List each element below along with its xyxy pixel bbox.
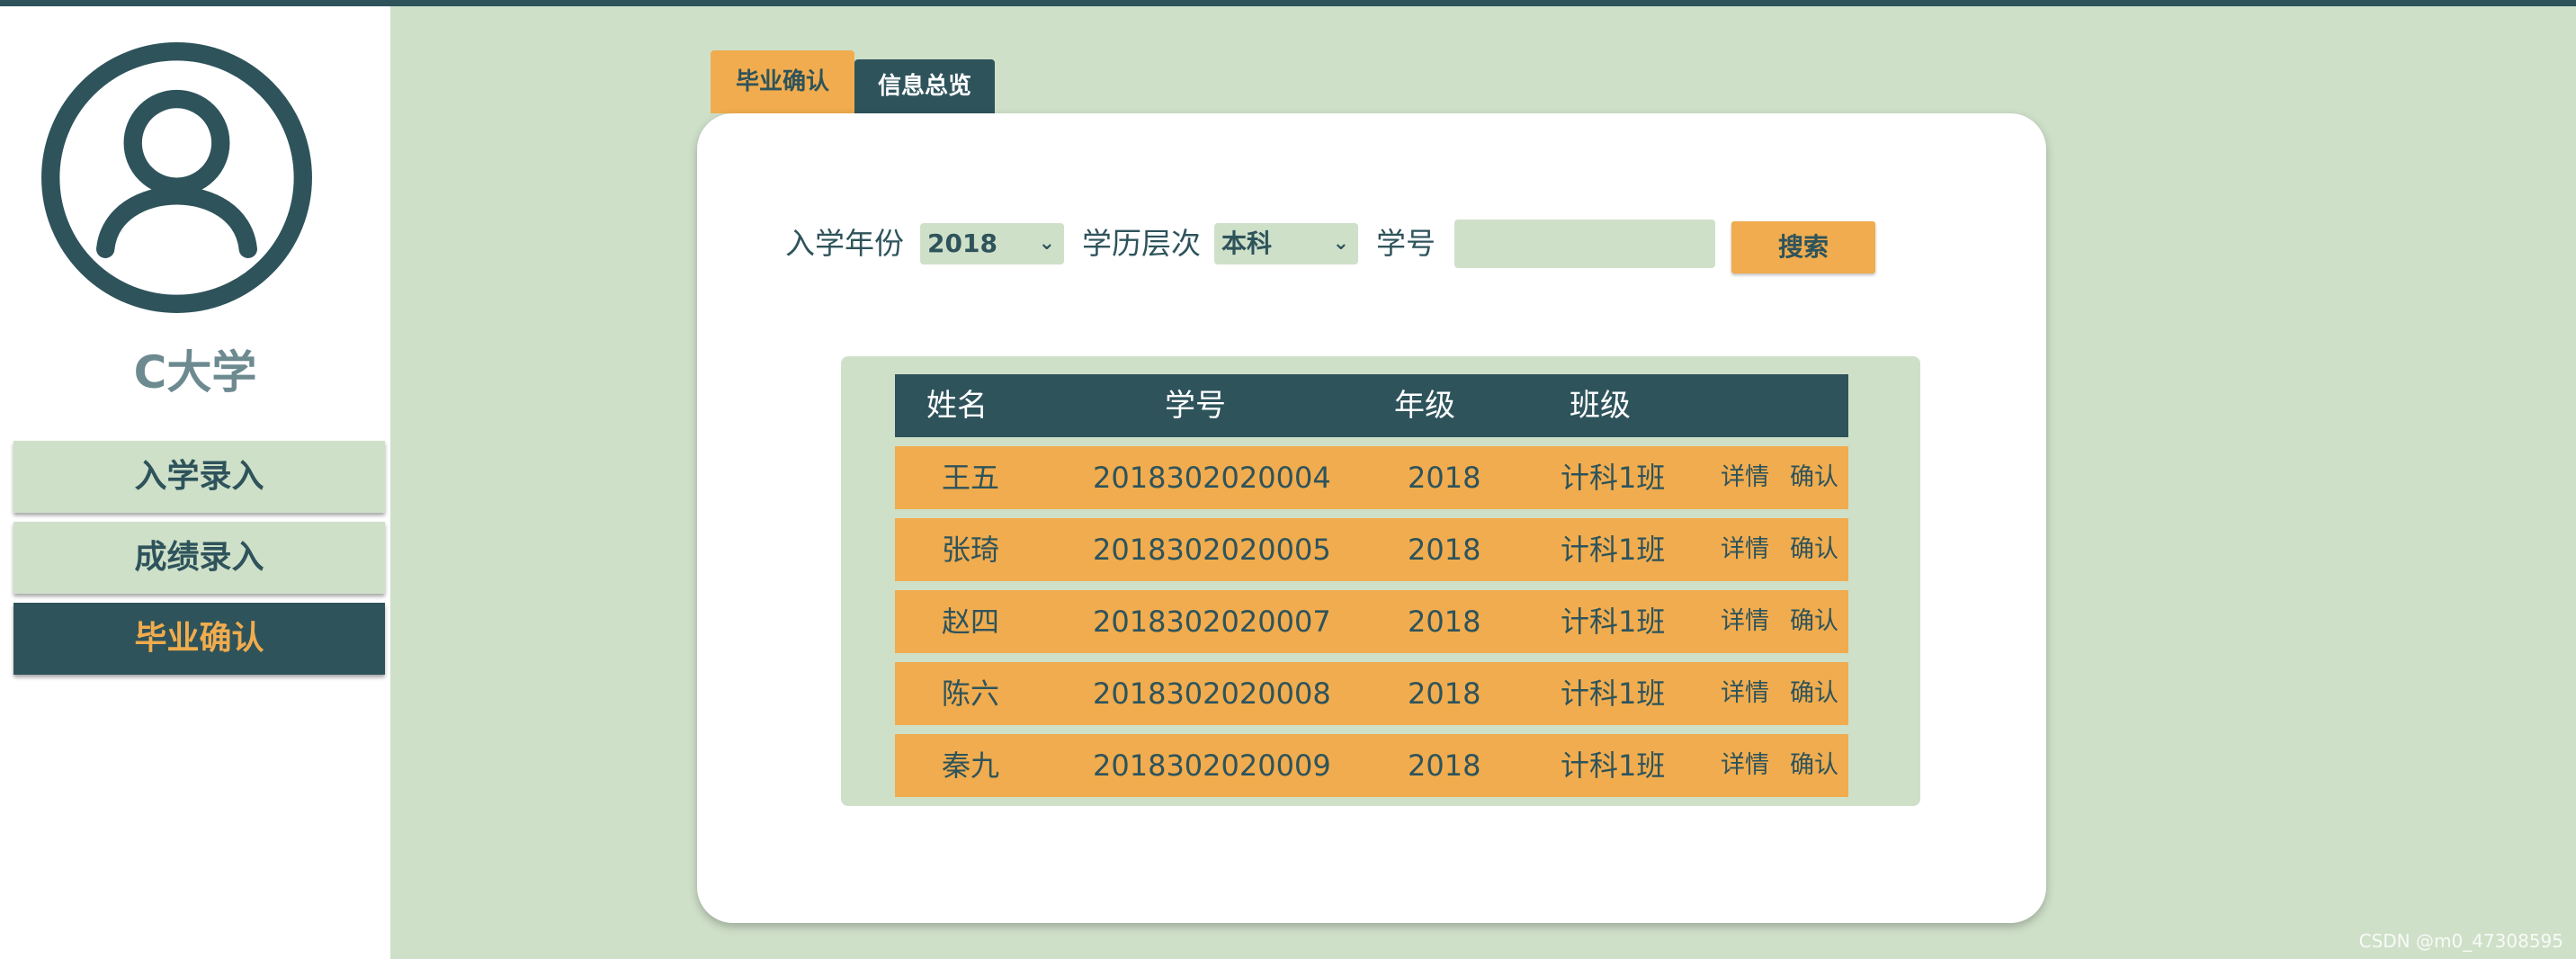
- cell-class: 计科1班: [1561, 605, 1666, 639]
- table-row: 王五 2018302020004 2018 计科1班 详情 确认: [895, 446, 1848, 509]
- cell-grade: 2018: [1408, 748, 1481, 783]
- confirm-link[interactable]: 确认: [1790, 446, 1838, 509]
- detail-link[interactable]: 详情: [1721, 734, 1769, 797]
- student-table: 姓名 学号 年级 班级 王五 2018302020004 2018 计科1班 详…: [841, 356, 1920, 806]
- level-select[interactable]: 本科 ⌄: [1214, 223, 1358, 264]
- detail-link[interactable]: 详情: [1721, 446, 1769, 509]
- chevron-down-icon: ⌄: [1038, 232, 1055, 255]
- cell-class: 计科1班: [1561, 461, 1666, 495]
- year-label: 入学年份: [785, 226, 904, 261]
- cell-class: 计科1班: [1561, 748, 1666, 783]
- nav-graduation-confirm[interactable]: 毕业确认: [13, 603, 385, 675]
- cell-student-id: 2018302020004: [1093, 461, 1331, 495]
- nav-enrollment-entry[interactable]: 入学录入: [13, 441, 385, 513]
- cell-grade: 2018: [1408, 461, 1481, 495]
- cell-student-id: 2018302020005: [1093, 533, 1331, 567]
- confirm-link[interactable]: 确认: [1790, 590, 1838, 653]
- header-class: 班级: [1570, 388, 1631, 424]
- cell-grade: 2018: [1408, 677, 1481, 711]
- watermark: CSDN @m0_47308595: [2358, 930, 2563, 952]
- tab-graduation-confirm[interactable]: 毕业确认: [711, 50, 854, 113]
- cell-name: 赵四: [942, 605, 1000, 639]
- search-button[interactable]: 搜索: [1731, 221, 1875, 273]
- student-id-label: 学号: [1376, 226, 1436, 261]
- table-row: 赵四 2018302020007 2018 计科1班 详情 确认: [895, 590, 1848, 653]
- student-id-input[interactable]: [1454, 220, 1715, 268]
- detail-link[interactable]: 详情: [1721, 590, 1769, 653]
- cell-grade: 2018: [1408, 605, 1481, 639]
- cell-student-id: 2018302020008: [1093, 677, 1331, 711]
- year-select-value: 2018: [927, 229, 997, 258]
- cell-name: 张琦: [942, 533, 1000, 567]
- cell-class: 计科1班: [1561, 677, 1666, 711]
- main-card: 入学年份 2018 ⌄ 学历层次 本科 ⌄ 学号 搜索 姓名 学号 年级 班级 …: [697, 113, 2046, 923]
- confirm-link[interactable]: 确认: [1790, 518, 1838, 581]
- table-row: 张琦 2018302020005 2018 计科1班 详情 确认: [895, 518, 1848, 581]
- header-grade: 年级: [1394, 388, 1455, 424]
- cell-student-id: 2018302020007: [1093, 605, 1331, 639]
- table-row: 陈六 2018302020008 2018 计科1班 详情 确认: [895, 662, 1848, 725]
- level-select-value: 本科: [1221, 229, 1273, 258]
- table-row: 秦九 2018302020009 2018 计科1班 详情 确认: [895, 734, 1848, 797]
- detail-link[interactable]: 详情: [1721, 518, 1769, 581]
- level-label: 学历层次: [1082, 226, 1201, 261]
- detail-link[interactable]: 详情: [1721, 662, 1769, 725]
- confirm-link[interactable]: 确认: [1790, 662, 1838, 725]
- cell-grade: 2018: [1408, 533, 1481, 567]
- chevron-down-icon: ⌄: [1332, 232, 1349, 255]
- table-header: 姓名 学号 年级 班级: [895, 374, 1848, 437]
- sidebar: C大学 入学录入 成绩录入 毕业确认: [0, 6, 390, 959]
- nav-grade-entry[interactable]: 成绩录入: [13, 522, 385, 594]
- header-name: 姓名: [926, 388, 988, 424]
- user-avatar-icon[interactable]: [40, 40, 314, 315]
- top-bar: [0, 0, 2576, 6]
- cell-class: 计科1班: [1561, 533, 1666, 567]
- header-student-id: 学号: [1165, 388, 1226, 424]
- confirm-link[interactable]: 确认: [1790, 734, 1838, 797]
- school-name: C大学: [133, 346, 257, 399]
- year-select[interactable]: 2018 ⌄: [920, 223, 1064, 264]
- tab-info-overview[interactable]: 信息总览: [854, 59, 995, 113]
- cell-student-id: 2018302020009: [1093, 748, 1331, 783]
- cell-name: 秦九: [942, 748, 1000, 783]
- cell-name: 王五: [942, 461, 1000, 495]
- cell-name: 陈六: [942, 677, 1000, 711]
